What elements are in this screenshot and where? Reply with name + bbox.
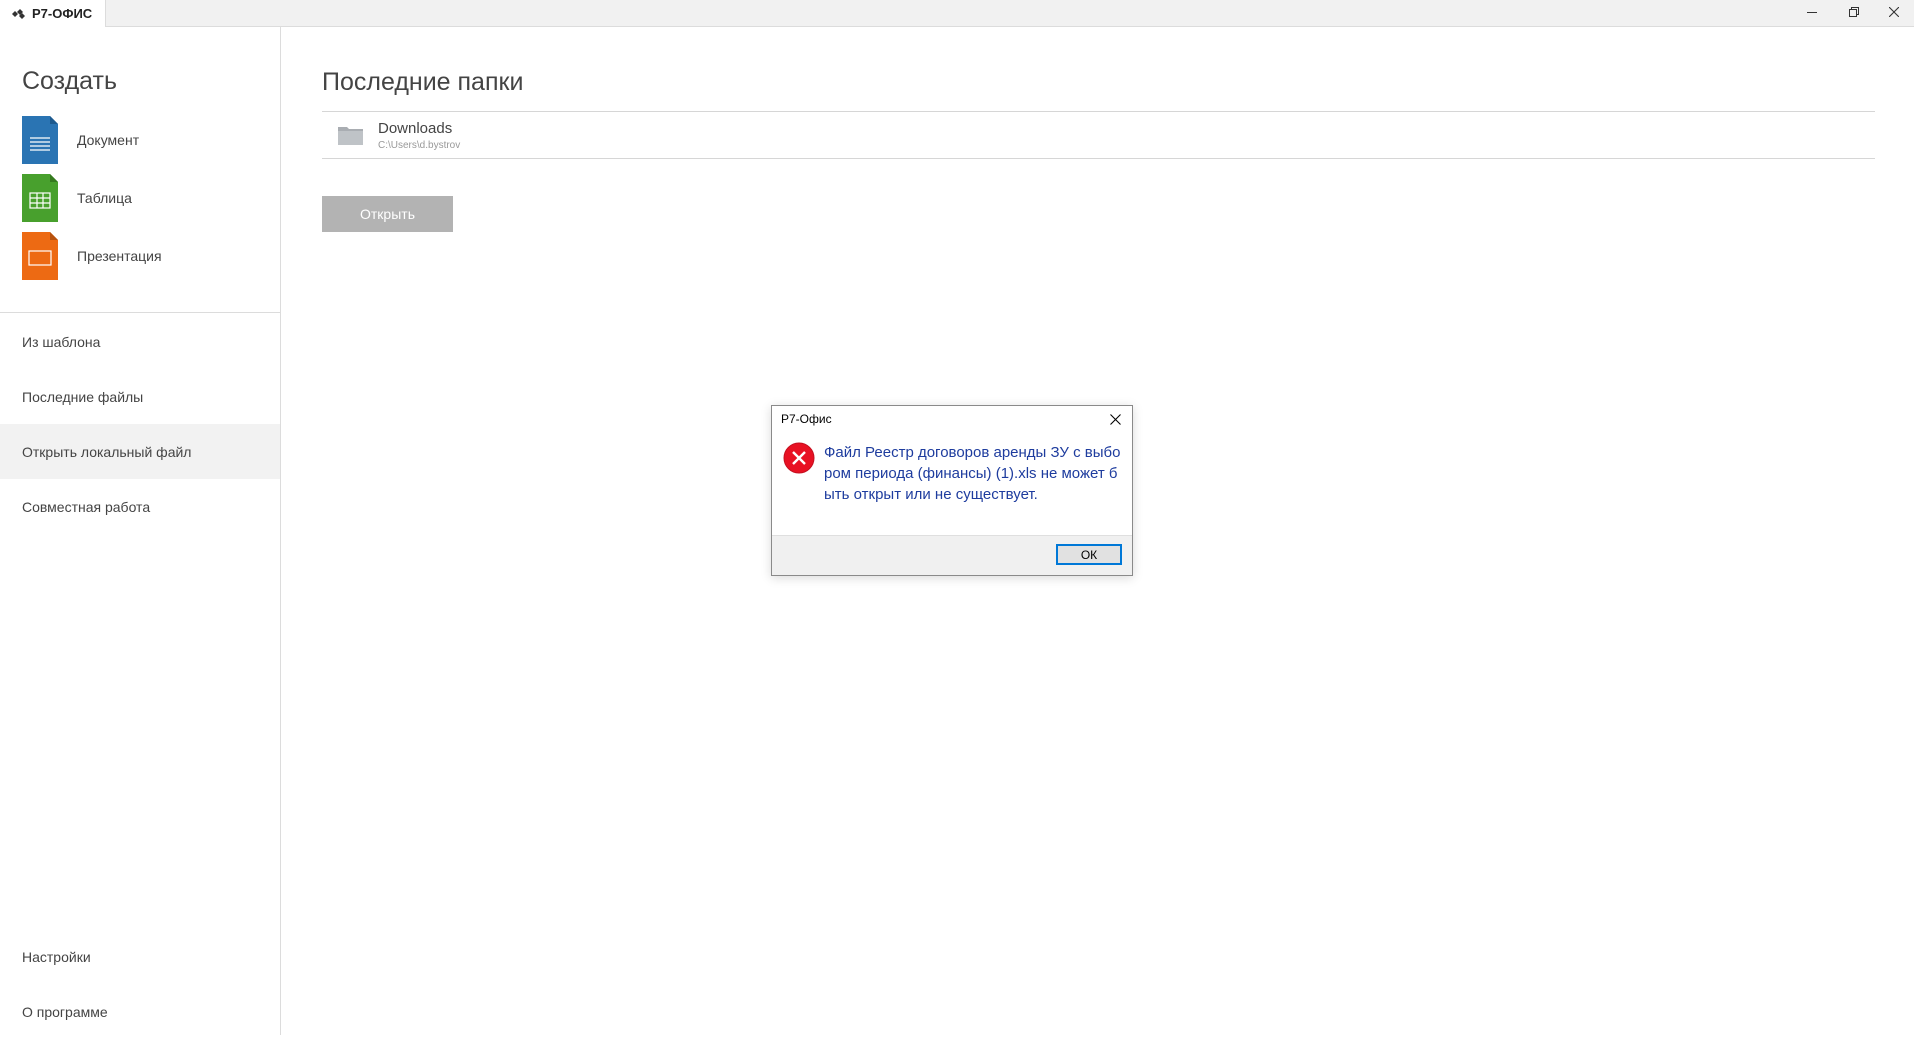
create-document-label: Документ bbox=[77, 132, 140, 148]
sidebar-item-recent-files[interactable]: Последние файлы bbox=[0, 369, 280, 424]
sidebar-item-collaboration[interactable]: Совместная работа bbox=[0, 479, 280, 534]
dialog-title: Р7-Офис bbox=[781, 412, 832, 426]
create-presentation-label: Презентация bbox=[77, 248, 162, 264]
presentation-icon bbox=[22, 232, 58, 280]
close-window-button[interactable] bbox=[1874, 0, 1914, 24]
sidebar-item-open-local-file[interactable]: Открыть локальный файл bbox=[0, 424, 280, 479]
minimize-button[interactable] bbox=[1792, 0, 1832, 24]
sidebar: Создать Документ Таблица Презентация Из … bbox=[0, 27, 281, 1035]
sidebar-item-settings[interactable]: Настройки bbox=[0, 929, 280, 984]
recent-folders-list: Downloads C:\Users\d.bystrov bbox=[322, 111, 1875, 159]
app-tab[interactable]: Р7-ОФИС bbox=[0, 0, 106, 27]
document-icon bbox=[22, 116, 58, 164]
folder-name: Downloads bbox=[378, 120, 453, 137]
error-icon bbox=[783, 442, 815, 474]
open-button[interactable]: Открыть bbox=[322, 196, 453, 232]
close-icon bbox=[1889, 7, 1899, 17]
folder-path: C:\Users\d.bystrov bbox=[378, 140, 461, 151]
sidebar-divider bbox=[0, 312, 280, 313]
sidebar-item-from-template[interactable]: Из шаблона bbox=[0, 314, 280, 369]
list-item[interactable]: Downloads C:\Users\d.bystrov bbox=[322, 112, 1875, 159]
dialog-message: Файл Реестр договоров аренды ЗУ с выборо… bbox=[824, 444, 1121, 503]
dialog-close-button[interactable] bbox=[1102, 408, 1128, 430]
create-spreadsheet-label: Таблица bbox=[77, 190, 132, 206]
page-title: Последние папки bbox=[322, 68, 524, 96]
create-heading: Создать bbox=[22, 67, 118, 95]
restore-icon bbox=[1849, 7, 1859, 17]
restore-button[interactable] bbox=[1834, 0, 1874, 24]
app-title: Р7-ОФИС bbox=[32, 6, 93, 21]
error-dialog: Р7-Офис Файл Реестр договоров аренды ЗУ … bbox=[771, 405, 1133, 576]
close-icon bbox=[1109, 413, 1121, 425]
folder-icon bbox=[338, 125, 363, 145]
minimize-icon bbox=[1807, 7, 1817, 17]
spreadsheet-icon bbox=[22, 174, 58, 222]
ok-button[interactable]: ОК bbox=[1056, 544, 1122, 565]
title-bar: Р7-ОФИС bbox=[0, 0, 1914, 27]
dialog-footer: ОК bbox=[772, 535, 1132, 575]
create-document-button[interactable]: Документ bbox=[22, 116, 272, 164]
r7-logo-icon bbox=[11, 8, 27, 20]
create-spreadsheet-button[interactable]: Таблица bbox=[22, 174, 272, 222]
sidebar-item-about[interactable]: О программе bbox=[0, 984, 280, 1039]
create-presentation-button[interactable]: Презентация bbox=[22, 232, 272, 280]
